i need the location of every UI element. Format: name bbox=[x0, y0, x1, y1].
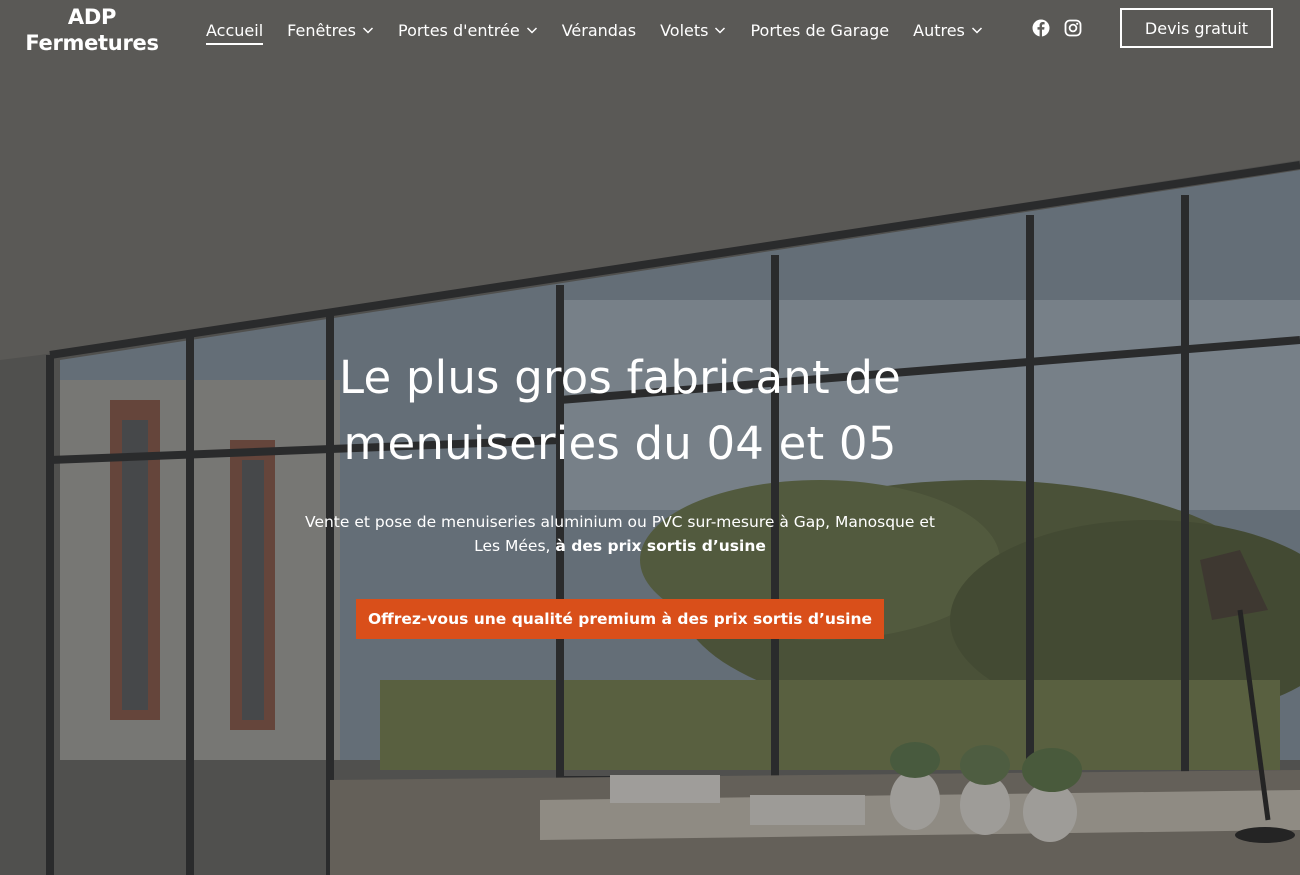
hero-headline-line2: menuiseries du 04 et 05 bbox=[343, 417, 897, 470]
nav-label: Portes de Garage bbox=[750, 20, 890, 40]
social-links bbox=[1032, 19, 1082, 37]
nav-label: Vérandas bbox=[561, 20, 637, 40]
hero-headline: Le plus gros fabricant de menuiseries du… bbox=[250, 345, 990, 477]
nav-item-verandas[interactable]: Vérandas bbox=[562, 17, 636, 43]
hero-subline-bold: à des prix sortis d’usine bbox=[555, 537, 766, 555]
nav-label: Volets bbox=[660, 20, 709, 40]
site-logo[interactable]: ADP Fermetures bbox=[22, 4, 162, 56]
main-nav: Accueil Fenêtres Portes d'entrée Véranda… bbox=[206, 17, 1007, 45]
nav-label: Autres bbox=[913, 20, 965, 40]
nav-item-volets[interactable]: Volets bbox=[660, 17, 726, 43]
nav-item-autres[interactable]: Autres bbox=[913, 17, 983, 43]
nav-label: Accueil bbox=[206, 20, 264, 40]
chevron-down-icon bbox=[715, 27, 726, 34]
instagram-icon[interactable] bbox=[1064, 19, 1082, 37]
hero-subline: Vente et pose de menuiseries aluminium o… bbox=[290, 510, 950, 558]
nav-label: Portes d'entrée bbox=[397, 20, 520, 40]
site-header: ADP Fermetures Accueil Fenêtres Portes d… bbox=[0, 0, 1300, 60]
nav-item-portes-garage[interactable]: Portes de Garage bbox=[750, 17, 889, 43]
hero-section: ADP Fermetures Accueil Fenêtres Portes d… bbox=[0, 0, 1300, 875]
chevron-down-icon bbox=[971, 27, 982, 34]
nav-label: Fenêtres bbox=[287, 20, 356, 40]
logo-line2: Fermetures bbox=[25, 31, 159, 55]
nav-item-portes-entree[interactable]: Portes d'entrée bbox=[398, 17, 538, 43]
facebook-icon[interactable] bbox=[1032, 19, 1050, 37]
hero-cta-button[interactable]: Offrez-vous une qualité premium à des pr… bbox=[356, 599, 884, 639]
nav-item-fenetres[interactable]: Fenêtres bbox=[287, 17, 374, 43]
chevron-down-icon bbox=[362, 27, 374, 34]
chevron-down-icon bbox=[526, 27, 537, 34]
hero-headline-line1: Le plus gros fabricant de bbox=[339, 351, 901, 404]
devis-gratuit-button[interactable]: Devis gratuit bbox=[1120, 8, 1273, 48]
nav-item-accueil[interactable]: Accueil bbox=[206, 17, 264, 45]
logo-line1: ADP bbox=[67, 5, 117, 29]
